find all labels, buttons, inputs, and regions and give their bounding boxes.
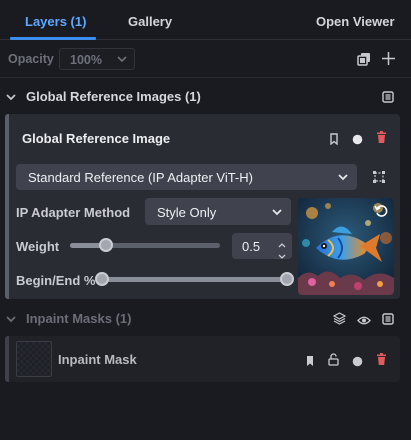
crop-icon[interactable]	[372, 170, 386, 189]
begin-end-label: Begin/End %	[16, 273, 96, 288]
duplicate-icon[interactable]	[357, 52, 371, 71]
chevron-down-icon	[116, 52, 128, 71]
opacity-label: Opacity	[8, 52, 54, 66]
reference-image-thumbnail[interactable]	[298, 198, 394, 295]
global-reference-title: Global Reference Image	[22, 131, 171, 146]
inpaint-mask-title: Inpaint Mask	[58, 352, 137, 367]
bookmark-icon[interactable]	[305, 354, 315, 372]
weight-value: 0.5	[242, 239, 261, 254]
bookmark-icon[interactable]	[329, 132, 339, 150]
plus-icon[interactable]	[381, 51, 396, 71]
reset-icon[interactable]	[374, 204, 388, 223]
mask-thumbnail	[16, 341, 52, 377]
method-select-value: Style Only	[157, 205, 217, 220]
circle-icon[interactable]	[352, 354, 363, 372]
active-tab-indicator	[10, 37, 96, 40]
chevron-down-icon[interactable]	[5, 90, 17, 108]
tab-open-viewer[interactable]: Open Viewer	[316, 0, 395, 40]
inpaint-masks-header[interactable]: Inpaint Masks (1)	[26, 311, 131, 326]
stepper-down-icon[interactable]	[277, 248, 287, 266]
tab-layers[interactable]: Layers (1)	[25, 0, 86, 40]
panel-tabs: Layers (1) Gallery Open Viewer	[0, 0, 411, 40]
begin-end-slider-track[interactable]	[102, 277, 288, 282]
mask-card-accent	[5, 336, 9, 382]
menu-icon[interactable]	[382, 312, 394, 330]
chevron-down-icon	[337, 170, 349, 189]
model-select-value: Standard Reference (IP Adapter ViT-H)	[28, 170, 253, 185]
begin-slider-thumb[interactable]	[95, 272, 109, 286]
opacity-value: 100%	[70, 53, 102, 67]
weight-label: Weight	[16, 239, 60, 254]
layers-icon[interactable]	[332, 312, 347, 330]
chevron-down-icon[interactable]	[5, 312, 17, 330]
model-select[interactable]: Standard Reference (IP Adapter ViT-H)	[16, 164, 357, 190]
divider	[0, 77, 411, 78]
trash-icon[interactable]	[376, 131, 387, 149]
circle-icon[interactable]	[352, 132, 363, 150]
method-select[interactable]: Style Only	[145, 198, 291, 225]
method-label: IP Adapter Method	[16, 205, 131, 220]
opacity-select[interactable]: 100%	[59, 48, 135, 70]
tab-gallery[interactable]: Gallery	[128, 0, 172, 40]
eye-icon[interactable]	[357, 313, 371, 331]
card-accent	[5, 114, 9, 299]
lock-icon[interactable]	[328, 353, 339, 371]
global-refs-header[interactable]: Global Reference Images (1)	[26, 89, 201, 104]
chevron-down-icon	[271, 205, 283, 224]
weight-slider-thumb[interactable]	[99, 238, 113, 252]
trash-icon[interactable]	[376, 353, 387, 371]
end-slider-thumb[interactable]	[280, 272, 294, 286]
menu-icon[interactable]	[382, 90, 394, 108]
weight-number-input[interactable]: 0.5	[232, 233, 292, 259]
